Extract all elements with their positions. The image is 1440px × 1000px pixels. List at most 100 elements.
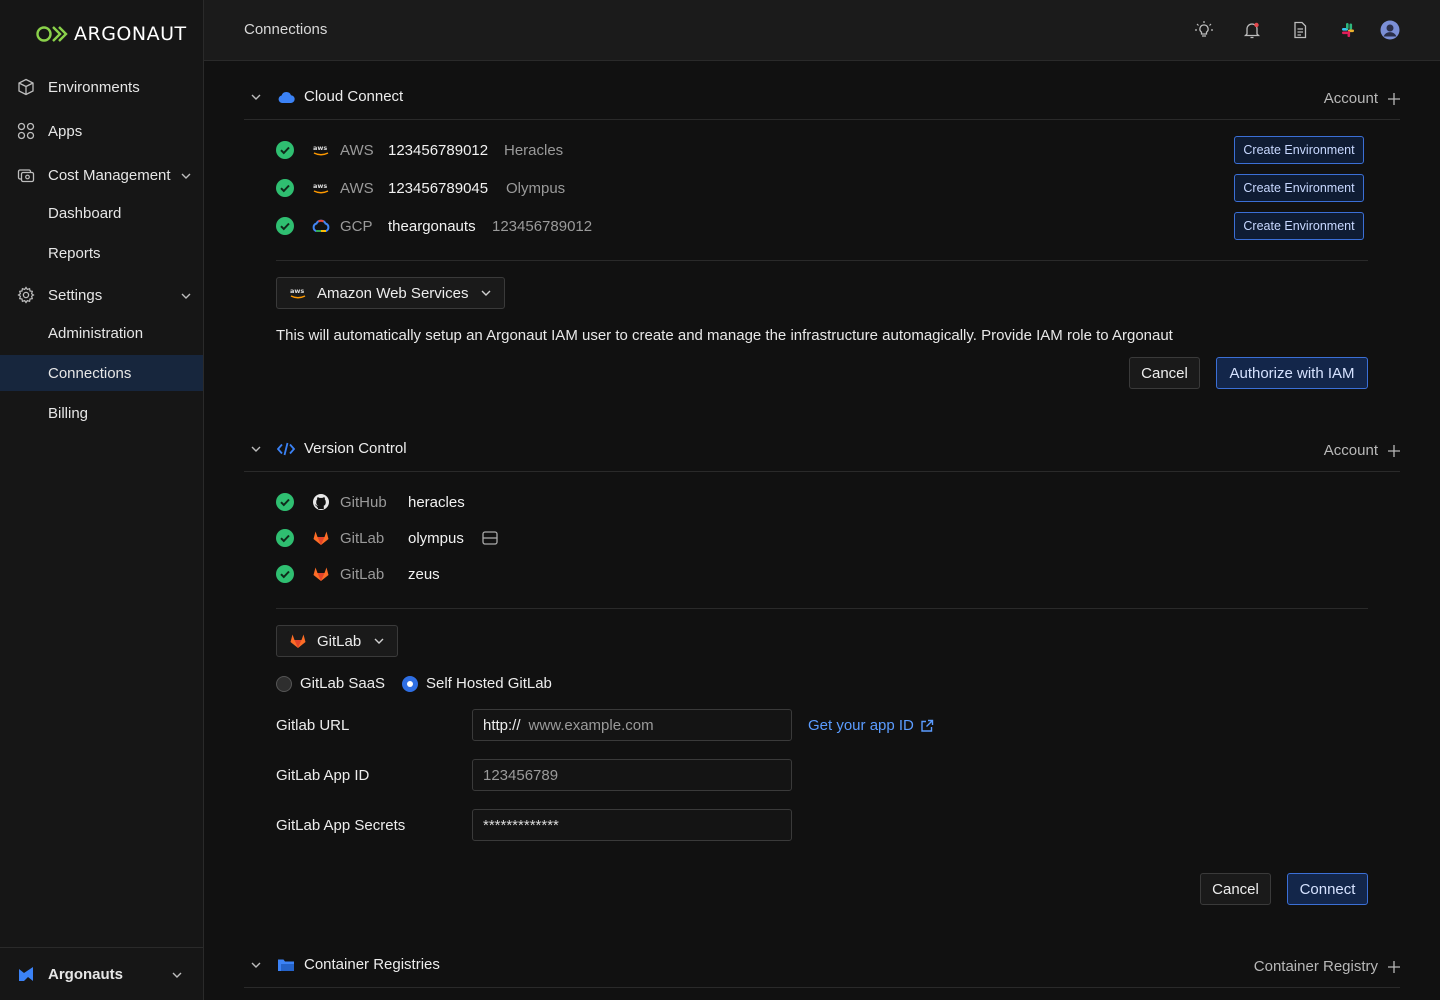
sidebar-item-settings[interactable]: Settings xyxy=(0,277,203,313)
org-switcher[interactable]: Argonauts xyxy=(0,947,203,1000)
add-registry-button[interactable]: Container Registry xyxy=(1254,958,1400,975)
cancel-button[interactable]: Cancel xyxy=(1200,873,1271,905)
radio-gitlab-saas[interactable]: GitLab SaaS xyxy=(276,675,385,692)
section-title: Cloud Connect xyxy=(304,88,404,105)
main-content: Cloud Connect Account aws AWS 1234567890… xyxy=(204,61,1440,1000)
provider-name: GitHub xyxy=(340,493,387,511)
gitlab-icon xyxy=(313,567,329,581)
version-control-header: Version Control Account xyxy=(244,413,1400,472)
add-account-button[interactable]: Account xyxy=(1324,90,1400,107)
chevron-down-icon[interactable] xyxy=(250,443,262,455)
account-alias: 123456789012 xyxy=(492,217,593,235)
add-account-button[interactable]: Account xyxy=(1324,442,1400,459)
account-alias: Olympus xyxy=(506,179,566,197)
sidebar-item-connections[interactable]: Connections xyxy=(0,355,203,391)
check-circle-icon xyxy=(276,217,294,235)
secret-value: ************* xyxy=(483,816,559,834)
gitlab-app-secrets-input[interactable]: ************* xyxy=(472,809,792,841)
app-id-placeholder: 123456789 xyxy=(483,766,559,784)
sidebar-item-reports[interactable]: Reports xyxy=(0,235,203,271)
docs-icon[interactable] xyxy=(1290,20,1310,40)
sidebar-item-label: Settings xyxy=(48,286,103,304)
cloud-account-row: aws AWS 123456789045 Olympus xyxy=(276,176,1368,200)
gear-icon xyxy=(17,286,35,304)
connect-button[interactable]: Connect xyxy=(1287,873,1368,905)
sidebar-item-label: Billing xyxy=(48,404,89,422)
svg-text:aws: aws xyxy=(313,182,327,190)
cloud-icon xyxy=(278,92,295,104)
provider-name: GitLab xyxy=(340,529,385,547)
chevron-down-icon xyxy=(481,290,491,296)
theme-bulb-icon[interactable] xyxy=(1194,20,1214,40)
external-link-icon xyxy=(921,719,934,732)
sidebar-item-dashboard[interactable]: Dashboard xyxy=(0,195,203,231)
sidebar-item-apps[interactable]: Apps xyxy=(0,113,203,149)
account-alias: Heracles xyxy=(504,141,564,159)
cloud-connect-header: Cloud Connect Account xyxy=(244,61,1400,120)
chevron-down-icon xyxy=(172,972,182,978)
add-account-label: Account xyxy=(1323,442,1378,459)
create-environment-button[interactable]: Create Environment xyxy=(1234,212,1364,240)
gitlab-app-id-input[interactable]: 123456789 xyxy=(472,759,792,791)
radio-label: GitLab SaaS xyxy=(300,675,386,692)
vcs-provider-select[interactable]: GitLab xyxy=(276,625,399,657)
cancel-button[interactable]: Cancel xyxy=(1129,357,1200,389)
select-value: GitLab xyxy=(317,632,362,650)
notifications-bell-icon[interactable] xyxy=(1242,20,1262,40)
authorize-iam-button[interactable]: Authorize with IAM xyxy=(1216,357,1368,389)
sidebar-item-cost-management[interactable]: Cost Management xyxy=(0,157,203,193)
radio-label: Self Hosted GitLab xyxy=(426,675,552,692)
cloud-provider-select[interactable]: aws Amazon Web Services xyxy=(276,277,506,309)
svg-text:aws: aws xyxy=(290,287,304,295)
gitlab-icon xyxy=(313,531,329,545)
aws-icon: aws xyxy=(290,287,306,299)
argonaut-logo[interactable]: ARGONAUT xyxy=(36,22,187,46)
gitlab-app-id-label: GitLab App ID xyxy=(276,767,370,784)
provider-name: GitLab xyxy=(340,565,385,583)
chevron-down-icon[interactable] xyxy=(250,91,262,103)
aws-icon: aws xyxy=(313,144,329,156)
account-id: 123456789045 xyxy=(388,179,489,197)
get-app-id-link[interactable]: Get your app ID xyxy=(808,717,934,734)
create-environment-button[interactable]: Create Environment xyxy=(1234,136,1364,164)
chevron-down-icon[interactable] xyxy=(250,959,262,971)
sidebar-item-label: Connections xyxy=(48,364,132,382)
link-label: Get your app ID xyxy=(808,717,914,734)
gcp-icon xyxy=(312,219,330,232)
org-logo-icon xyxy=(19,967,33,981)
check-circle-icon xyxy=(276,565,294,583)
divider xyxy=(276,260,1368,261)
create-environment-button[interactable]: Create Environment xyxy=(1234,174,1364,202)
sidebar-item-label: Environments xyxy=(48,78,140,96)
sidebar-item-label: Cost Management xyxy=(48,166,171,184)
container-registries-header: Container Registries Container Registry xyxy=(244,929,1400,988)
grid-icon xyxy=(17,122,35,140)
add-account-label: Account xyxy=(1323,90,1378,107)
sidebar-item-label: Apps xyxy=(48,122,83,140)
sidebar-item-label: Reports xyxy=(48,244,101,262)
vcs-account-row: GitHub heracles xyxy=(276,490,676,514)
aws-icon: aws xyxy=(313,182,329,194)
svg-text:aws: aws xyxy=(313,144,327,152)
sidebar-item-environments[interactable]: Environments xyxy=(0,69,203,105)
sidebar-item-billing[interactable]: Billing xyxy=(0,395,203,431)
slack-icon[interactable] xyxy=(1338,20,1358,40)
cost-icon xyxy=(17,169,35,183)
check-circle-icon xyxy=(276,493,294,511)
gitlab-app-secrets-label: GitLab App Secrets xyxy=(276,817,406,834)
user-avatar[interactable] xyxy=(1380,20,1400,40)
check-circle-icon xyxy=(276,141,294,159)
server-icon xyxy=(482,531,498,545)
cube-icon xyxy=(18,78,34,96)
provider-name: AWS xyxy=(340,179,374,197)
plus-icon xyxy=(1388,444,1400,457)
plus-icon xyxy=(1388,960,1400,973)
gitlab-url-label: Gitlab URL xyxy=(276,717,350,734)
chevron-down-icon xyxy=(374,638,384,644)
account-name: olympus xyxy=(408,529,464,547)
plus-icon xyxy=(1388,92,1400,105)
gitlab-icon xyxy=(290,634,306,648)
radio-self-hosted-gitlab[interactable]: Self Hosted GitLab xyxy=(402,675,552,692)
gitlab-url-input[interactable]: http:// www.example.com xyxy=(472,709,792,741)
sidebar-item-administration[interactable]: Administration xyxy=(0,315,203,351)
